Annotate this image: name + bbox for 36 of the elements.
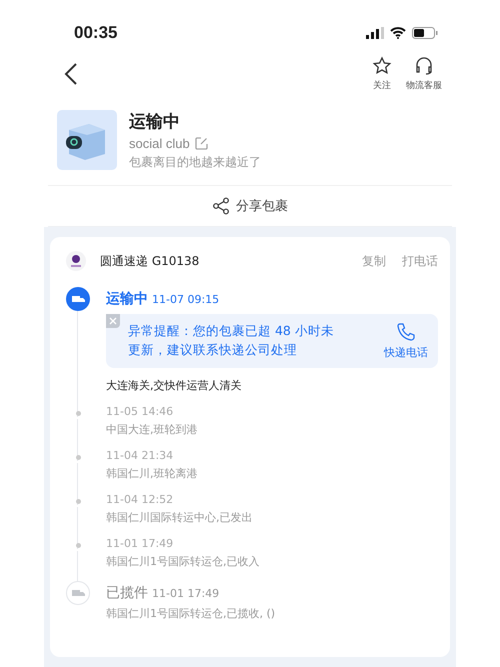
back-icon[interactable]: [64, 63, 78, 85]
courier-tracking-number: 圆通速递 G10138: [100, 252, 200, 270]
alert-message: 异常提醒：您的包裹已超 48 小时未更新，建议联系快递公司处理: [128, 322, 335, 359]
headset-icon: [414, 56, 434, 76]
event-description: 大连海关,交快件运营人清关: [106, 378, 242, 393]
customer-service-button[interactable]: 物流客服: [406, 56, 442, 92]
event-description: 韩国仁川1号国际转运仓,已收入: [106, 554, 260, 569]
courier-logo-icon: [66, 251, 86, 271]
event-time: 11-01 17:49: [152, 587, 220, 600]
event-time: 11-04 21:34: [106, 449, 174, 462]
event-description: 韩国仁川1号国际转运仓,已揽收, (): [106, 606, 276, 621]
share-button[interactable]: 分享包裹: [48, 185, 452, 227]
event-status: 运输中: [106, 290, 148, 308]
package-subtitle: 包裹离目的地越来越近了: [129, 154, 261, 171]
follow-button[interactable]: 关注: [372, 56, 392, 92]
signal-icon: [366, 27, 384, 39]
courier-phone-button[interactable]: 快递电话: [384, 322, 428, 360]
status-time: 00:35: [74, 23, 118, 43]
event-status: 已揽件: [106, 584, 148, 602]
package-status: 运输中: [129, 111, 181, 133]
event-description: 韩国仁川国际转运中心,已发出: [106, 510, 254, 525]
event-time: 11-07 09:15: [152, 293, 220, 306]
edit-icon[interactable]: [194, 137, 208, 150]
close-icon[interactable]: [106, 314, 120, 328]
event-description: 中国大连,班轮到港: [106, 422, 198, 437]
event-description: 韩国仁川,班轮离港: [106, 466, 198, 481]
event-time: 11-04 12:52: [106, 493, 174, 506]
star-icon: [372, 56, 392, 76]
event-time: 11-01 17:49: [106, 537, 174, 550]
wifi-icon: [390, 27, 406, 39]
share-icon: [212, 197, 230, 215]
package-name: social club: [129, 136, 190, 151]
phone-icon: [396, 322, 416, 342]
package-icon: [57, 110, 117, 170]
event-time: 11-05 14:46: [106, 405, 174, 418]
battery-icon: [412, 27, 438, 39]
